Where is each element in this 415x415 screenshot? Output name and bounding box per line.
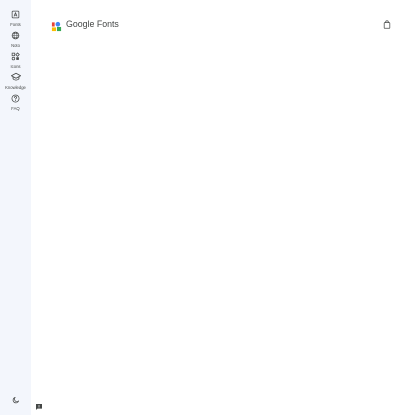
nav-item-noto[interactable]: Noto: [0, 29, 31, 48]
app-root: Fonts Noto Icons Knowledge FAQ Google Fo…: [0, 0, 415, 415]
nav-item-knowledge[interactable]: Knowledge: [0, 71, 31, 90]
help-circle-icon: [10, 92, 22, 104]
nav-label-icons: Icons: [10, 64, 21, 69]
globe-icon: [10, 29, 22, 41]
moon-icon: [12, 391, 20, 409]
graduation-cap-icon: [10, 71, 22, 83]
nav-label-noto: Noto: [11, 43, 20, 48]
nav-label-fonts: Fonts: [10, 22, 21, 27]
icons-icon: [10, 50, 22, 62]
nav-item-faq[interactable]: FAQ: [0, 92, 31, 111]
google-fonts-logo: [51, 19, 62, 31]
selected-families-button[interactable]: [382, 19, 392, 30]
nav-item-icons[interactable]: Icons: [0, 50, 31, 69]
shopping-bag-icon: [383, 16, 391, 34]
font-icon: [10, 8, 22, 20]
nav-label-faq: FAQ: [11, 106, 20, 111]
feedback-button[interactable]: [34, 402, 44, 412]
brand-title: Google Fonts: [66, 18, 119, 30]
navigation-rail: Fonts Noto Icons Knowledge FAQ: [0, 0, 31, 415]
nav-label-knowledge: Knowledge: [5, 85, 26, 90]
feedback-icon: [35, 398, 43, 415]
brand-product-text: Fonts: [96, 19, 119, 29]
main-content: [31, 50, 415, 415]
brand-home-link[interactable]: Google Fonts: [51, 18, 119, 31]
theme-toggle-button[interactable]: [10, 394, 21, 405]
brand-google-text: Google: [66, 19, 95, 29]
nav-item-fonts[interactable]: Fonts: [0, 8, 31, 27]
top-app-bar: Google Fonts: [31, 0, 415, 50]
